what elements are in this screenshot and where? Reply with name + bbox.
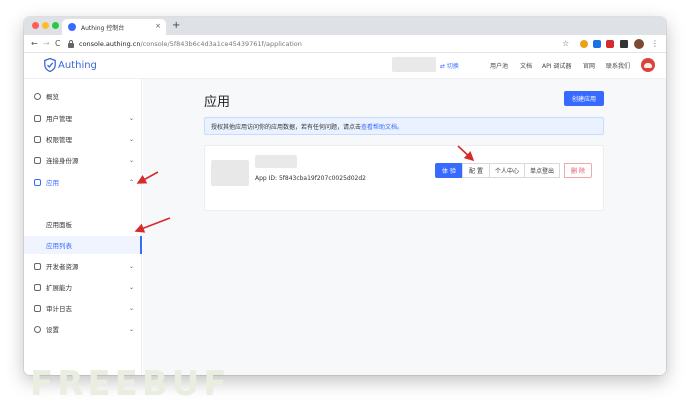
notice-text: 授权其他应用访问你的应用数据，若有任何问题，请点击 xyxy=(211,123,362,131)
users-icon xyxy=(34,114,41,122)
chevron-down-icon: ⌄ xyxy=(129,114,135,122)
sidebar-item-label: 应用列表 xyxy=(46,242,72,250)
sidebar-item-label: 开发者资源 xyxy=(46,263,79,271)
bookmark-star-icon[interactable]: ☆ xyxy=(562,38,569,50)
audit-icon xyxy=(34,304,41,312)
chevron-down-icon: ⌄ xyxy=(129,304,135,312)
chevron-up-icon: ⌃ xyxy=(129,178,135,186)
puzzle-icon[interactable] xyxy=(620,40,628,48)
identity-icon xyxy=(34,156,41,164)
user-pool-name-redacted xyxy=(392,57,436,72)
watermark: FREEBUF xyxy=(30,364,231,404)
browser-profile-avatar[interactable] xyxy=(634,39,644,49)
extension-icon xyxy=(34,283,41,291)
logo-text: Authing xyxy=(58,59,97,71)
page-title: 应用 xyxy=(204,95,231,110)
sidebar-item-label: 设置 xyxy=(46,326,59,334)
sidebar-item-label: 审计日志 xyxy=(46,305,72,313)
info-notice: 授权其他应用访问你的应用数据，若有任何问题，请点击 查看帮助文档。 xyxy=(204,117,604,135)
developer-icon xyxy=(34,262,41,270)
app-name-redacted xyxy=(255,155,297,168)
switch-user-pool-button[interactable]: ⇄ 切换 xyxy=(440,61,459,70)
nav-api-debugger[interactable]: API 调试器 xyxy=(542,61,571,70)
chevron-down-icon: ⌄ xyxy=(129,156,135,164)
active-indicator xyxy=(140,236,142,254)
sidebar-item-label: 权限管理 xyxy=(46,136,72,144)
url-text: console.authing.cn/console/5f843b6c4d3a1… xyxy=(79,40,302,48)
config-button[interactable]: 配 置 xyxy=(462,163,490,178)
sidebar-item-app-list[interactable]: 应用列表 xyxy=(24,236,142,254)
new-tab-button[interactable]: + xyxy=(172,19,180,33)
sidebar-item-developer-resources[interactable]: 开发者资源 ⌄ xyxy=(24,257,142,275)
sidebar-item-label: 概览 xyxy=(46,93,59,101)
single-logout-button[interactable]: 单点登出 xyxy=(524,163,560,178)
personal-center-button[interactable]: 个人中心 xyxy=(489,163,525,178)
minimize-window-button[interactable] xyxy=(42,22,49,29)
user-avatar[interactable] xyxy=(641,58,655,72)
app-header: Authing ⇄ 切换 用户池 文档 API 调试器 官网 联系我们 xyxy=(24,53,666,79)
sidebar-item-extensions[interactable]: 扩展能力 ⌄ xyxy=(24,278,142,296)
app-id: App ID: 5f843cba19f207c0025d02d2 xyxy=(255,175,366,182)
sidebar-item-user-management[interactable]: 用户管理 ⌄ xyxy=(24,109,142,127)
tab-title: Authing 控制台 xyxy=(81,24,125,32)
reload-icon[interactable]: C xyxy=(55,38,61,50)
permission-icon xyxy=(34,135,41,143)
close-window-button[interactable] xyxy=(32,22,39,29)
app-actions: 体 验 配 置 个人中心 单点登出 删 除 xyxy=(435,163,592,178)
app-logo-placeholder xyxy=(211,160,249,186)
chevron-down-icon: ⌄ xyxy=(129,325,135,333)
sidebar-item-applications[interactable]: 应用 ⌃ xyxy=(24,173,142,191)
help-docs-link[interactable]: 查看帮助文档。 xyxy=(361,122,403,131)
extension-icon[interactable] xyxy=(580,40,588,48)
authing-logo[interactable]: Authing xyxy=(44,58,97,72)
sidebar-item-label: 用户管理 xyxy=(46,115,72,123)
maximize-window-button[interactable] xyxy=(52,22,59,29)
lock-icon xyxy=(68,39,74,48)
browser-toolbar: ← → C console.authing.cn/console/5f843b6… xyxy=(24,35,666,53)
chevron-down-icon: ⌄ xyxy=(129,283,135,291)
sidebar-item-label: 应用面板 xyxy=(46,221,72,229)
sidebar-item-settings[interactable]: 设置 ⌄ xyxy=(24,320,142,338)
forward-arrow-icon[interactable]: → xyxy=(43,38,50,50)
sidebar-item-permissions[interactable]: 权限管理 ⌄ xyxy=(24,130,142,148)
app-card: App ID: 5f843cba19f207c0025d02d2 体 验 配 置… xyxy=(204,145,604,211)
extension-icon[interactable] xyxy=(606,40,614,48)
nav-contact-us[interactable]: 联系我们 xyxy=(606,61,630,70)
browser-menu-icon[interactable]: ⋮ xyxy=(651,38,659,50)
dashboard-icon xyxy=(34,92,41,100)
shield-logo-icon xyxy=(44,58,56,72)
chevron-down-icon: ⌄ xyxy=(129,262,135,270)
sidebar-item-overview[interactable]: 概览 xyxy=(24,87,142,105)
url-path: /console/5f843b6c4d3a1ce45439761f/applic… xyxy=(140,40,302,48)
sidebar-item-label: 应用 xyxy=(46,179,59,187)
browser-tab[interactable]: Authing 控制台 × xyxy=(62,19,166,35)
app-icon xyxy=(34,178,41,186)
authing-favicon-icon xyxy=(68,23,76,31)
nav-user-pool[interactable]: 用户池 xyxy=(490,61,508,70)
tab-close-icon[interactable]: × xyxy=(155,22,161,31)
tab-strip: Authing 控制台 × + xyxy=(24,17,666,35)
chevron-down-icon: ⌄ xyxy=(129,135,135,143)
sidebar-item-label: 扩展能力 xyxy=(46,284,72,292)
sidebar-item-app-panel[interactable]: 应用面板 xyxy=(24,215,142,233)
browser-window: Authing 控制台 × + ← → C console.authing.cn… xyxy=(24,17,666,375)
sidebar-item-audit-log[interactable]: 审计日志 ⌄ xyxy=(24,299,142,317)
url-host: console.authing.cn xyxy=(79,40,141,48)
extension-icon[interactable] xyxy=(593,40,601,48)
sidebar: 概览 用户管理 ⌄ 权限管理 ⌄ 连接身份源 ⌄ 应用 ⌃ 应用面板 应用列表 xyxy=(24,79,142,375)
address-bar[interactable]: console.authing.cn/console/5f843b6c4d3a1… xyxy=(68,37,588,51)
nav-official-site[interactable]: 官网 xyxy=(583,61,595,70)
sidebar-item-label: 连接身份源 xyxy=(46,157,79,165)
nav-docs[interactable]: 文档 xyxy=(520,61,532,70)
back-arrow-icon[interactable]: ← xyxy=(31,38,38,50)
delete-button[interactable]: 删 除 xyxy=(564,163,592,178)
main-content: 应用 创建应用 授权其他应用访问你的应用数据，若有任何问题，请点击 查看帮助文档… xyxy=(143,79,666,375)
create-app-button[interactable]: 创建应用 xyxy=(564,91,604,106)
sidebar-item-identity-sources[interactable]: 连接身份源 ⌄ xyxy=(24,151,142,169)
settings-icon xyxy=(34,325,41,333)
try-button[interactable]: 体 验 xyxy=(435,163,463,178)
